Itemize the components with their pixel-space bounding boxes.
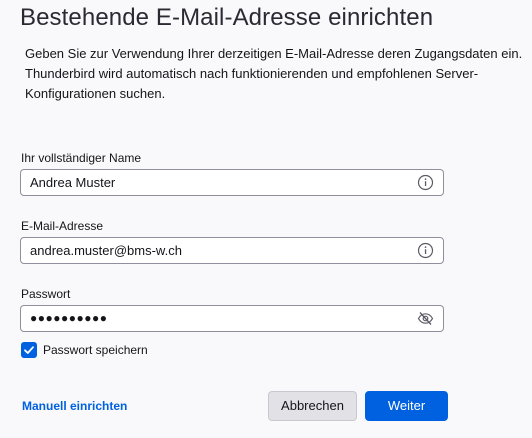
info-icon[interactable] — [417, 242, 434, 259]
password-field[interactable]: ●●●●●●●●●● — [20, 305, 444, 332]
checkmark-icon — [24, 346, 34, 354]
name-field — [20, 169, 444, 196]
email-label: E-Mail-Adresse — [21, 219, 104, 233]
name-label: Ihr vollständiger Name — [21, 151, 142, 165]
page-title: Bestehende E-Mail-Adresse einrichten — [20, 4, 434, 31]
manual-setup-link[interactable]: Manuell einrichten — [22, 399, 127, 413]
email-field — [20, 237, 444, 264]
remember-password-label[interactable]: Passwort speichern — [43, 343, 148, 357]
remember-password-checkbox[interactable] — [21, 342, 37, 358]
next-button[interactable]: Weiter — [365, 391, 448, 421]
eye-slash-icon[interactable] — [417, 310, 434, 327]
password-masked-value: ●●●●●●●●●● — [30, 311, 108, 325]
info-icon[interactable] — [417, 174, 434, 191]
cancel-button[interactable]: Abbrechen — [268, 391, 357, 421]
email-input[interactable] — [30, 238, 410, 263]
password-label: Passwort — [21, 287, 71, 301]
page-description: Geben Sie zur Verwendung Ihrer derzeitig… — [25, 46, 523, 101]
name-input[interactable] — [30, 170, 410, 195]
